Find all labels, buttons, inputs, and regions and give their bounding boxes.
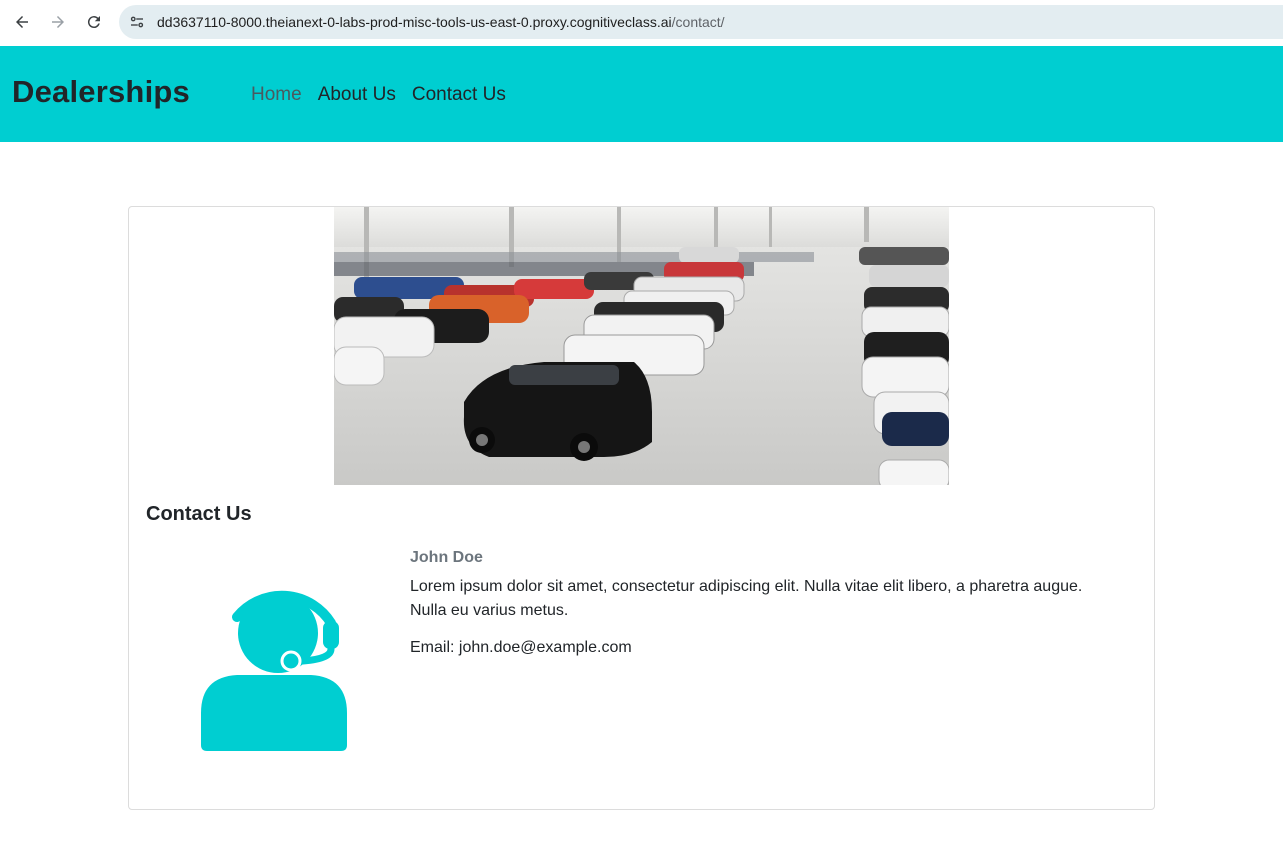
arrow-right-icon	[52, 16, 64, 28]
nav-links: Home About Us Contact Us	[251, 84, 522, 106]
contact-description: Lorem ipsum dolor sit amet, consectetur …	[410, 578, 1083, 619]
reload-icon	[87, 16, 100, 29]
reload-button[interactable]	[82, 10, 106, 34]
forward-button[interactable]	[46, 10, 70, 34]
address-bar[interactable]: dd3637110-8000.theianext-0-labs-prod-mis…	[119, 5, 1283, 39]
site-info-button[interactable]	[124, 9, 150, 35]
contact-name: John Doe	[410, 549, 483, 566]
url-path: /contact/	[671, 14, 725, 30]
site-navbar: Dealerships Home About Us Contact Us	[0, 46, 1283, 142]
contact-card: Contact Us John Doe Lorem ipsum dolor si…	[128, 206, 1155, 810]
dealership-lot-image	[334, 207, 949, 485]
contact-email: Email: john.doe@example.com	[410, 639, 632, 656]
url-text: dd3637110-8000.theianext-0-labs-prod-mis…	[157, 14, 725, 30]
card-title: Contact Us	[146, 503, 252, 525]
nav-link-home[interactable]: Home	[251, 84, 302, 106]
back-button[interactable]	[10, 10, 34, 34]
nav-link-about[interactable]: About Us	[318, 84, 396, 106]
contact-details: John Doe Lorem ipsum dolor sit amet, con…	[410, 549, 1110, 657]
brand-link[interactable]: Dealerships	[12, 74, 190, 110]
url-host: dd3637110-8000.theianext-0-labs-prod-mis…	[157, 14, 672, 30]
tune-icon	[130, 16, 144, 28]
browser-toolbar: dd3637110-8000.theianext-0-labs-prod-mis…	[0, 0, 1283, 45]
customer-support-icon	[199, 573, 351, 751]
nav-link-contact[interactable]: Contact Us	[412, 84, 506, 106]
arrow-left-icon	[16, 16, 28, 28]
